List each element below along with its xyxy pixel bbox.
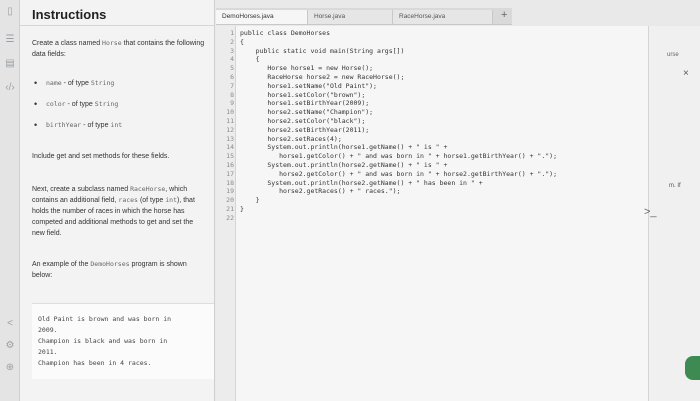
code-line[interactable]: horse2.setRaces(4); bbox=[240, 135, 341, 143]
tab-racehorse[interactable]: RaceHorse.java bbox=[393, 10, 493, 24]
field-type: int bbox=[110, 121, 123, 129]
subclass-paragraph: Next, create a subclass named RaceHorse,… bbox=[32, 184, 206, 239]
code-line[interactable]: horse2.getColor() + " and was born in " … bbox=[240, 170, 557, 178]
line-number: 8 bbox=[230, 90, 234, 99]
field-type: String bbox=[94, 100, 119, 108]
instructions-header: Instructions bbox=[20, 0, 214, 26]
instructions-body: Create a class named Horse that contains… bbox=[20, 26, 214, 379]
line-number-gutter: 1 2 3 4 5 6 7 8 9 10 11 12 13 14 15 16 17 18 19 20 21 22 bbox=[216, 26, 236, 401]
example-class: DemoHorses bbox=[90, 260, 130, 268]
line-number: 11 bbox=[226, 117, 234, 125]
intro-class-name: Horse bbox=[102, 39, 122, 47]
line-number: 14 bbox=[226, 143, 234, 152]
code-line[interactable]: } bbox=[240, 196, 260, 204]
line-number: 21 bbox=[226, 205, 234, 213]
line-number: 4 bbox=[230, 55, 234, 64]
code-line[interactable]: public static void main(String args[]) bbox=[240, 47, 405, 55]
subclass-field: races bbox=[118, 196, 138, 204]
line-number: 2 bbox=[230, 37, 234, 46]
list-icon[interactable]: ☰ bbox=[3, 34, 17, 46]
line-number: 3 bbox=[230, 46, 234, 55]
tab-horse[interactable]: Horse.java bbox=[308, 10, 393, 24]
code-line[interactable]: horse2.setColor("black"); bbox=[240, 117, 365, 125]
list-item: name - of type String bbox=[32, 78, 206, 89]
left-rail: ▯ ☰ ▤ ‹/› < ⚙ ⊕ bbox=[0, 0, 20, 401]
line-number: 15 bbox=[226, 152, 234, 161]
code-line[interactable]: horse1.setBirthYear(2009); bbox=[240, 99, 369, 107]
terminal-toggle-icon[interactable]: >_ bbox=[644, 206, 657, 218]
intro-text: Create a class named bbox=[32, 40, 101, 47]
editor-tab-bar: DemoHorses.java Horse.java RaceHorse.jav… bbox=[216, 8, 512, 25]
line-number: 16 bbox=[226, 161, 234, 169]
toggle-button[interactable] bbox=[685, 356, 700, 380]
code-line[interactable]: horse2.setName("Champion"); bbox=[240, 108, 373, 116]
subclass-name: RaceHorse bbox=[130, 185, 166, 193]
list-item: color - of type String bbox=[32, 99, 206, 110]
code-line[interactable]: horse1.setColor("brown"); bbox=[240, 91, 365, 99]
instructions-panel: Instructions Create a class named Horse … bbox=[20, 0, 215, 401]
code-line[interactable]: horse2.getRaces() + " races."); bbox=[240, 187, 400, 195]
line-number: 5 bbox=[230, 64, 234, 73]
share-icon[interactable]: < bbox=[3, 318, 17, 330]
field-sep: - of type bbox=[65, 101, 95, 108]
line-number: 20 bbox=[226, 196, 234, 205]
line-number: 10 bbox=[226, 108, 234, 117]
line-number: 17 bbox=[226, 169, 234, 178]
subclass-text-3: (of type bbox=[139, 197, 164, 204]
field-type: String bbox=[90, 79, 115, 87]
sample-line: Champion has been in 4 races. bbox=[38, 359, 152, 367]
tab-demohorses[interactable]: DemoHorses.java bbox=[216, 10, 308, 24]
field-name: name bbox=[46, 79, 62, 87]
subclass-text: Next, create a subclass named bbox=[32, 186, 129, 193]
book-icon[interactable]: ▤ bbox=[3, 58, 17, 70]
code-line[interactable]: public class DemoHorses bbox=[240, 29, 330, 37]
example-paragraph: An example of the DemoHorses program is … bbox=[32, 259, 206, 281]
sample-line: 2009. bbox=[38, 326, 58, 334]
code-line[interactable]: } bbox=[240, 205, 244, 213]
field-sep: - of type bbox=[81, 122, 111, 129]
code-line[interactable]: horse2.setBirthYear(2011); bbox=[240, 126, 369, 134]
intro-paragraph: Create a class named Horse that contains… bbox=[32, 38, 206, 60]
line-number: 22 bbox=[226, 213, 234, 222]
sample-line: 2011. bbox=[38, 348, 58, 356]
code-line[interactable]: System.out.println(horse1.getName() + " … bbox=[240, 143, 447, 151]
sample-output: Old Paint is brown and was born in 2009.… bbox=[32, 303, 214, 379]
code-editor[interactable]: 1 2 3 4 5 6 7 8 9 10 11 12 13 14 15 16 17 18 19 20 21 22 publ… bbox=[216, 26, 648, 401]
code-line[interactable]: System.out.println(horse2.getName() + " … bbox=[240, 161, 447, 169]
getset-paragraph: Include get and set methods for these fi… bbox=[32, 153, 170, 160]
subclass-type: int bbox=[165, 196, 177, 204]
line-number: 6 bbox=[230, 73, 234, 81]
line-number: 9 bbox=[230, 99, 234, 108]
instructions-title: Instructions bbox=[32, 7, 107, 22]
add-icon[interactable]: ⊕ bbox=[3, 362, 17, 374]
code-line[interactable]: { bbox=[240, 55, 260, 63]
field-name: birthYear bbox=[46, 121, 82, 129]
code-line[interactable]: horse1.getColor() + " and was born in " … bbox=[240, 152, 557, 160]
close-icon[interactable]: × bbox=[683, 68, 689, 79]
code-line[interactable]: RaceHorse horse2 = new RaceHorse(); bbox=[240, 73, 404, 81]
line-number: 1 bbox=[230, 29, 234, 37]
line-number: 19 bbox=[226, 187, 234, 196]
field-name: color bbox=[46, 100, 66, 108]
line-number: 18 bbox=[226, 178, 234, 187]
line-number: 13 bbox=[226, 134, 234, 143]
panel-label: urse bbox=[667, 52, 679, 58]
panel-side-text: m. If bbox=[669, 183, 681, 189]
sample-line: Old Paint is brown and was born in bbox=[38, 315, 172, 323]
sample-line: Champion is black and was born in bbox=[38, 337, 168, 345]
line-number: 7 bbox=[230, 81, 234, 90]
sidebar-toggle-icon[interactable]: ▯ bbox=[3, 6, 17, 18]
code-line[interactable]: { bbox=[240, 38, 244, 46]
code-line[interactable]: System.out.println(horse2.getName() + " … bbox=[240, 179, 482, 187]
add-tab-button[interactable]: + bbox=[501, 9, 507, 21]
example-text: An example of the bbox=[32, 261, 89, 268]
field-sep: - of type bbox=[61, 80, 91, 87]
code-line[interactable]: Horse horse1 = new Horse(); bbox=[240, 64, 373, 72]
list-item: birthYear - of type int bbox=[32, 120, 206, 131]
code-line[interactable]: horse1.setName("Old Paint"); bbox=[240, 82, 377, 90]
line-number: 12 bbox=[226, 125, 234, 134]
settings-icon[interactable]: ⚙ bbox=[3, 340, 17, 352]
field-list: name - of type String color - of type St… bbox=[32, 78, 206, 131]
code-icon[interactable]: ‹/› bbox=[3, 82, 17, 94]
